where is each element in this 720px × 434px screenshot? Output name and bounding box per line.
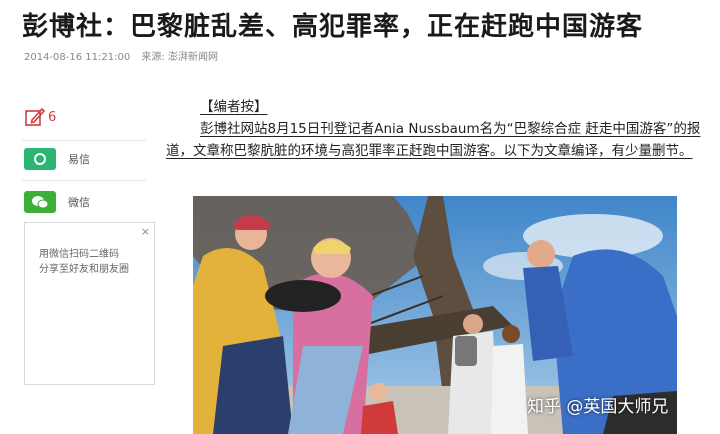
share-weixin-button[interactable]: 微信	[24, 191, 90, 213]
share-divider	[22, 180, 146, 181]
close-icon[interactable]: ×	[141, 225, 150, 238]
article-source: 来源: 澎湃新闻网	[141, 52, 218, 63]
comment-count: 6	[48, 109, 57, 125]
article-headline: 彭博社：巴黎脏乱差、高犯罪率，正在赶跑中国游客	[22, 12, 644, 42]
article-meta: 2014-08-16 11:21:00 来源: 澎湃新闻网	[24, 48, 218, 63]
qr-share-popup: × 用微信扫码二维码 分享至好友和朋友圈	[24, 222, 155, 385]
yixin-icon	[24, 148, 56, 170]
share-divider	[22, 140, 146, 141]
editor-note-label: 【编者按】	[200, 99, 268, 115]
comment-edit-icon	[25, 107, 46, 126]
wechat-icon	[24, 191, 56, 213]
share-yixin-button[interactable]: 易信	[24, 148, 90, 170]
yixin-label: 易信	[68, 153, 90, 166]
qr-line: 用微信扫码二维码	[39, 249, 119, 260]
publish-date: 2014-08-16 11:21:00	[24, 52, 131, 63]
qr-line: 分享至好友和朋友圈	[39, 264, 129, 275]
zhihu-watermark: 知乎 @英国大师兄	[527, 397, 669, 417]
comment-button[interactable]: 6	[24, 106, 56, 128]
article-body: 【编者按】 彭博社网站8月15日刊登记者Ania Nussbaum名为“巴黎综合…	[166, 96, 706, 162]
weixin-label: 微信	[68, 196, 90, 209]
qr-instructions: 用微信扫码二维码 分享至好友和朋友圈	[39, 247, 129, 277]
article-intro: 彭博社网站8月15日刊登记者Ania Nussbaum名为“巴黎综合症 赶走中国…	[166, 121, 701, 159]
